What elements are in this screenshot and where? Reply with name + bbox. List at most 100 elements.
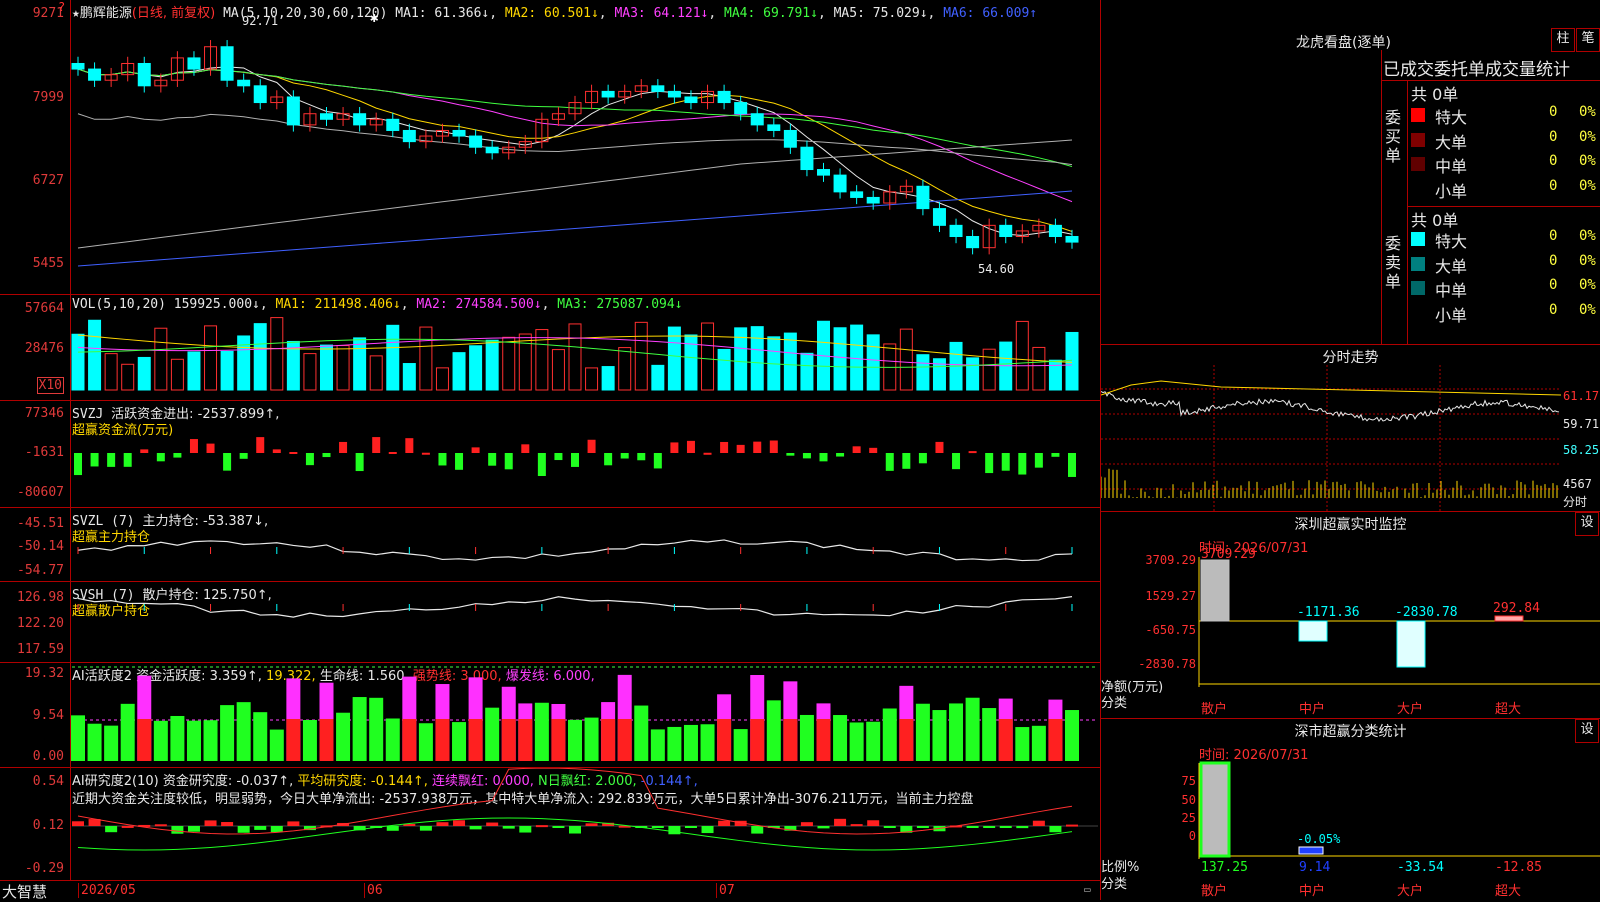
ai-active-bar bbox=[452, 722, 467, 761]
row-percent: 0% bbox=[1579, 252, 1596, 269]
volume-bar bbox=[435, 367, 449, 391]
ai-research-pane[interactable]: 0.54 0.12 -0.29 AI研究度2(10) 资金研究度: -0.037… bbox=[0, 768, 1100, 881]
ai-active-bar bbox=[319, 719, 334, 761]
svzj-bar bbox=[189, 439, 198, 453]
research-bar bbox=[916, 826, 929, 828]
candle bbox=[187, 57, 201, 70]
volume-bar bbox=[585, 367, 599, 391]
research-bar bbox=[254, 826, 267, 830]
ai-active-bar bbox=[468, 719, 483, 761]
bar-toggle-button[interactable]: 柱 bbox=[1551, 28, 1575, 52]
ai-active-bar bbox=[601, 719, 616, 761]
svzj-pane[interactable]: 77346 -1631 -80607 SVZJ 活跃资金进出: -2537.89… bbox=[0, 401, 1100, 508]
svzj-bar bbox=[852, 446, 861, 453]
date-label: 06 bbox=[364, 883, 383, 898]
tick-toggle-button[interactable]: 笔 bbox=[1576, 28, 1600, 52]
svzj-bar bbox=[339, 441, 348, 453]
research-bar bbox=[999, 826, 1012, 828]
svzj-bar bbox=[786, 453, 795, 456]
ai-active-bar bbox=[336, 712, 351, 761]
volume-bar bbox=[369, 355, 383, 391]
buy-row-3: 小单 0 0% bbox=[1411, 178, 1600, 201]
candle bbox=[850, 191, 864, 198]
kline-pane[interactable]: 9271 7999 6727 5455 ? ★鹏辉能源(日线, 前复权) MA(… bbox=[0, 0, 1100, 295]
research-bar bbox=[453, 820, 466, 826]
ai-active-bar bbox=[1015, 727, 1030, 761]
svzj-bar bbox=[140, 449, 149, 453]
ai-research-chart[interactable] bbox=[0, 768, 1100, 880]
svzl-pane[interactable]: -45.51 -50.14 -54.77 SVZL (7) 主力持仓: -53.… bbox=[0, 508, 1100, 582]
volume-bar bbox=[916, 354, 930, 391]
candle bbox=[220, 46, 234, 81]
svzl-chart[interactable] bbox=[0, 508, 1100, 581]
volume-bar bbox=[253, 323, 267, 391]
svzj-bar bbox=[703, 452, 712, 455]
research-bar bbox=[651, 826, 664, 828]
research-bar bbox=[535, 825, 548, 828]
ai-active-chart[interactable] bbox=[0, 663, 1100, 767]
svzj-bar bbox=[372, 437, 381, 453]
research-bar bbox=[287, 821, 300, 826]
classify-category: 大户 bbox=[1397, 883, 1423, 899]
svzj-bar bbox=[1051, 453, 1060, 457]
ai-active-pane[interactable]: 19.32 9.54 0.00 AI活跃度2 资金活跃度: 3.359↑, 19… bbox=[0, 663, 1100, 768]
row-value: 0 bbox=[1549, 301, 1558, 318]
buy-side-label: 委买单 bbox=[1385, 108, 1402, 165]
research-bar bbox=[486, 822, 499, 826]
research-bar bbox=[668, 826, 681, 835]
volume-pane[interactable]: 57664 28476 X10 VOL(5,10,20) 159925.000↓… bbox=[0, 295, 1100, 401]
indicator-line bbox=[77, 596, 1073, 618]
research-bar bbox=[867, 820, 880, 826]
svsh-pane[interactable]: 126.98 122.20 117.59 SVSH (7) 散户持仓: 125.… bbox=[0, 582, 1100, 663]
svsh-chart[interactable] bbox=[0, 582, 1100, 662]
research-bar bbox=[154, 824, 167, 827]
svzj-bar bbox=[653, 453, 662, 469]
row-value: 0 bbox=[1549, 104, 1558, 120]
volume-bar bbox=[386, 324, 400, 391]
row-name: 大单 bbox=[1435, 132, 1468, 152]
ai-active-bar bbox=[369, 697, 384, 761]
ai-active-bar bbox=[435, 719, 450, 761]
sell-row-0: 特大 0 0% bbox=[1411, 228, 1600, 251]
candle bbox=[817, 169, 830, 176]
ai-active-bar bbox=[799, 714, 814, 761]
ai-active-bar bbox=[849, 722, 864, 761]
classify-cat-label: 分类 bbox=[1101, 877, 1128, 892]
buy-total: 共 0单 bbox=[1411, 85, 1459, 104]
ma-line-5 bbox=[77, 113, 1073, 166]
research-bar bbox=[817, 826, 830, 829]
buy-row-1: 大单 0 0% bbox=[1411, 129, 1600, 152]
svzj-bar bbox=[156, 453, 165, 462]
monitor-tick: -2830.78 bbox=[1138, 657, 1196, 671]
lock-icon[interactable]: ▭ bbox=[1084, 883, 1091, 896]
svzj-bar bbox=[968, 451, 977, 454]
intraday-chart[interactable] bbox=[1101, 345, 1600, 511]
monitor-value: 3709.29 bbox=[1201, 547, 1256, 562]
svzj-bar bbox=[802, 453, 811, 459]
volume-bar bbox=[833, 327, 847, 391]
volume-bar bbox=[204, 325, 218, 391]
svzj-bar bbox=[405, 438, 414, 453]
intraday-panel[interactable]: 分时走势 61.17 59.71 58.25 4567 分时 bbox=[1101, 345, 1600, 512]
kline-chart[interactable]: ✱ bbox=[0, 0, 1100, 294]
research-bar bbox=[502, 826, 515, 829]
volume-bar bbox=[618, 347, 632, 391]
ai-active-bar bbox=[683, 724, 698, 761]
svzj-bar bbox=[322, 453, 331, 458]
volume-bar bbox=[402, 363, 416, 391]
volume-bar bbox=[1048, 359, 1062, 391]
classify-value: 9.14 bbox=[1299, 860, 1330, 875]
svzj-bar bbox=[869, 447, 878, 453]
svzj-chart[interactable] bbox=[0, 401, 1100, 507]
svzj-bar bbox=[836, 453, 845, 457]
svzj-bar bbox=[74, 453, 82, 476]
candle bbox=[1065, 236, 1079, 243]
divider bbox=[1381, 50, 1382, 344]
volume-chart[interactable] bbox=[0, 295, 1100, 400]
research-bar bbox=[121, 825, 134, 828]
row-name: 小单 bbox=[1435, 181, 1468, 201]
ai-active-bar bbox=[186, 720, 201, 761]
candle bbox=[601, 90, 615, 98]
svzj-bar bbox=[123, 453, 132, 467]
candle bbox=[71, 62, 85, 70]
